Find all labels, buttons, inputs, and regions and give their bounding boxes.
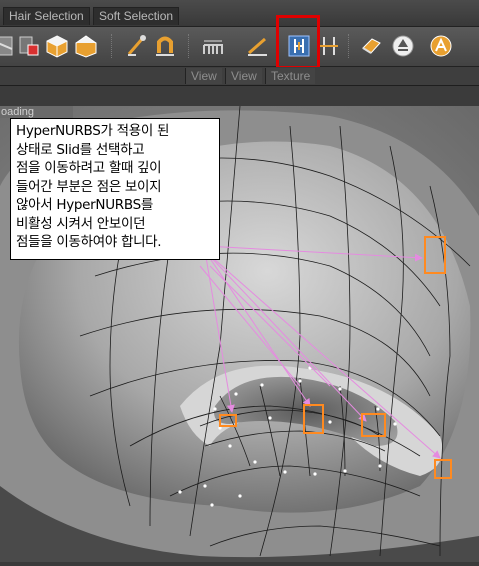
view-tab-1[interactable]: View [185, 68, 222, 84]
callout-line: 않아서 HyperNURBS를 [16, 197, 153, 213]
magnet-icon[interactable] [150, 31, 180, 61]
bridge-icon[interactable] [198, 31, 228, 61]
soft-selection-tab[interactable]: Soft Selection [93, 7, 180, 25]
hair-selection-tab[interactable]: Hair Selection [3, 7, 90, 25]
smooth-icon[interactable] [356, 31, 386, 61]
knife-icon[interactable] [243, 31, 273, 61]
magic-icon[interactable] [426, 31, 456, 61]
callout-line: 들어간 부분은 점은 보이지 [16, 178, 162, 195]
toolbar-separator [348, 34, 351, 58]
callout-line: HyperNURBS가 적용이 된 [16, 123, 170, 139]
hidden-point-marker [424, 236, 446, 274]
toolbar-separator [188, 34, 191, 58]
menu-bar: Hair Selection Soft Selection [0, 0, 479, 27]
callout-line: 점들을 이동하여야 합니다. [16, 234, 162, 250]
cube-open-icon[interactable] [71, 31, 101, 61]
callout-line: 상태로 Slid를 선택하고 [16, 141, 145, 158]
slide-alt-icon[interactable] [314, 31, 344, 61]
hidden-point-marker [434, 459, 452, 479]
annotation-callout: HyperNURBS가 적용이 된 상태로 Slid를 선택하고 점을 이동하려… [10, 118, 220, 260]
loading-label: oading [0, 106, 73, 118]
hidden-point-marker [361, 413, 386, 437]
viewport-header [0, 86, 479, 106]
callout-line: 비활성 시켜서 안보이던 [16, 215, 146, 232]
recycle-icon[interactable] [388, 31, 418, 61]
tool-icon-2[interactable] [14, 31, 44, 61]
toolbar-separator [111, 34, 114, 58]
view-tab-2[interactable]: View [225, 68, 262, 84]
texture-tab[interactable]: Texture [265, 68, 316, 84]
cube-icon[interactable] [42, 31, 72, 61]
callout-line: 점을 이동하려고 할때 깊이 [16, 160, 162, 176]
view-bar: View View Texture [0, 67, 479, 86]
brush-icon[interactable] [122, 31, 152, 61]
hidden-point-marker [303, 404, 324, 434]
slide-icon[interactable] [284, 31, 314, 61]
toolbar [0, 27, 479, 67]
hidden-point-marker [219, 414, 237, 427]
